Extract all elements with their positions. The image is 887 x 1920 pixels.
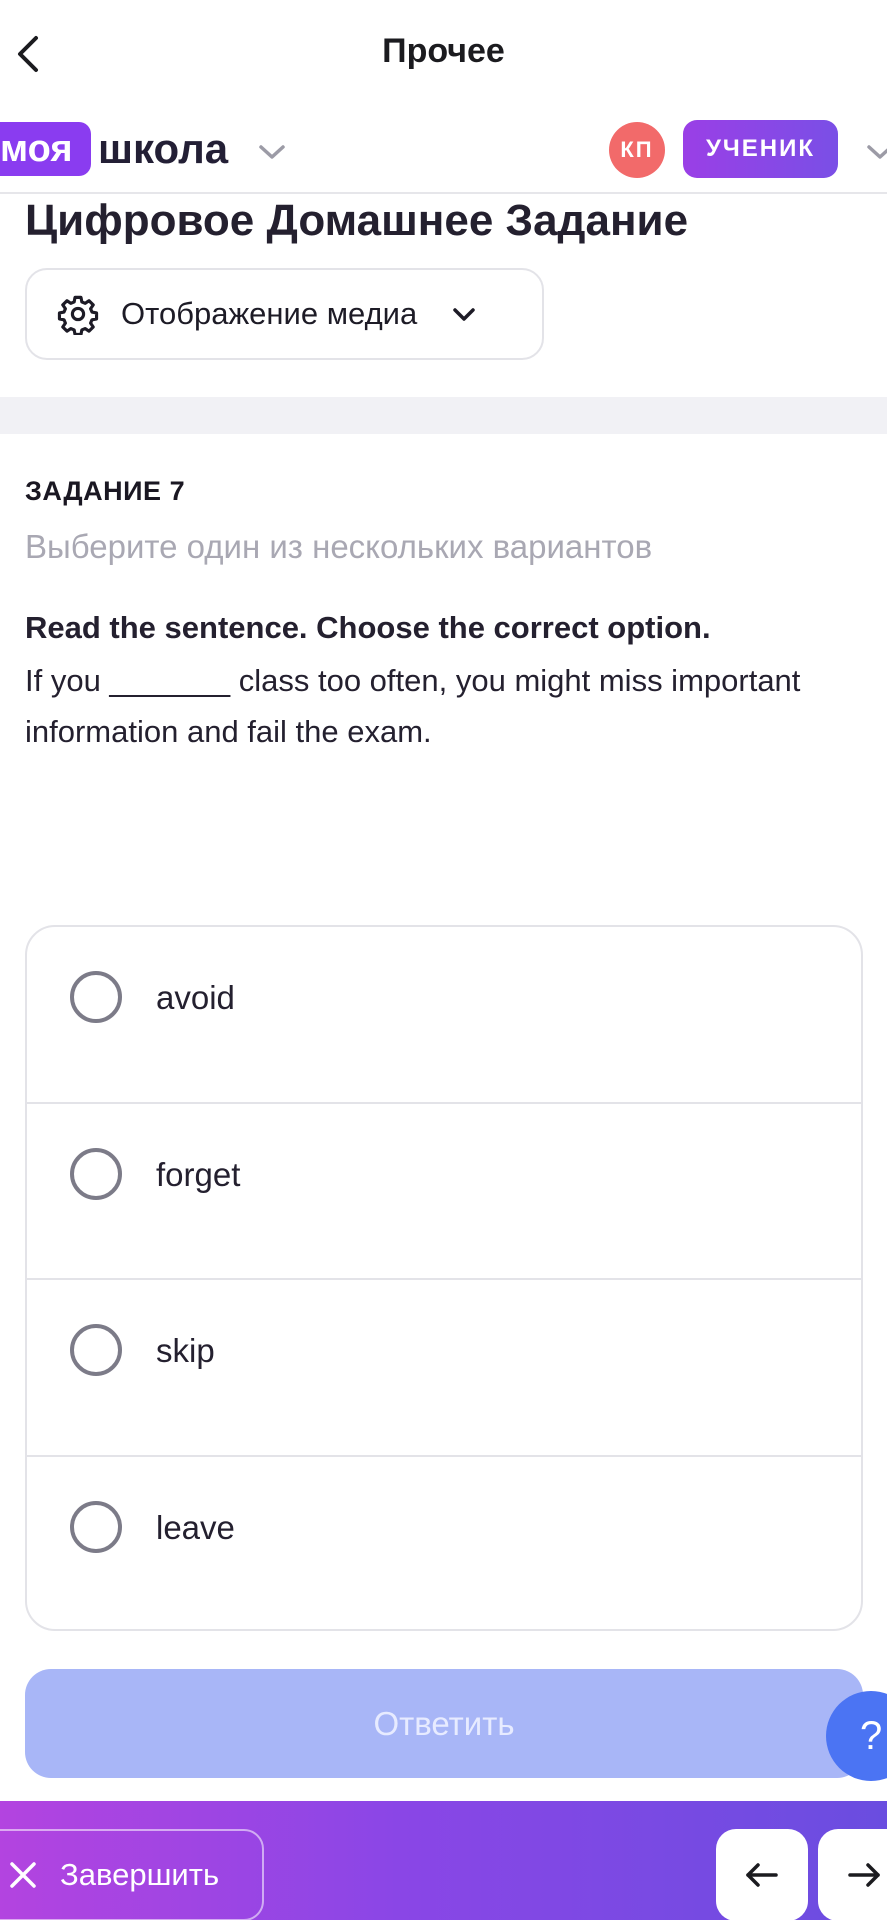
gear-icon (57, 295, 99, 335)
bottom-bar: Завершить (0, 1801, 887, 1920)
logo-highlight[interactable]: моя (0, 122, 91, 176)
submit-answer-button[interactable]: Ответить (25, 1669, 863, 1778)
option-avoid[interactable]: avoid (27, 927, 861, 1104)
task-hint: Выберите один из нескольких вариантов (25, 528, 653, 565)
previous-task-button[interactable] (716, 1829, 808, 1920)
answer-options: avoid forget skip leave (25, 925, 863, 1631)
radio-button[interactable] (70, 1324, 122, 1376)
option-leave[interactable]: leave (27, 1457, 861, 1630)
media-dropdown-label: Отображение медиа (121, 296, 418, 331)
task-sentence: If you _______ class too often, you migh… (25, 663, 801, 749)
option-skip[interactable]: skip (27, 1280, 861, 1457)
radio-button[interactable] (70, 971, 122, 1023)
avatar[interactable]: КП (609, 122, 665, 178)
chevron-down-icon (453, 308, 475, 321)
media-display-dropdown[interactable]: Отображение медиа (25, 268, 544, 360)
task-number: ЗАДАНИЕ 7 (25, 476, 186, 506)
brand-bar: моя школа КП УЧЕНИК (0, 108, 887, 194)
option-label: forget (156, 1155, 241, 1193)
option-label: skip (156, 1332, 215, 1369)
arrow-right-icon (848, 1863, 880, 1887)
top-bar: Прочее (0, 0, 887, 108)
radio-button[interactable] (70, 1500, 122, 1553)
arrow-left-icon (746, 1863, 778, 1887)
task-instruction: Read the sentence. Choose the correct op… (25, 610, 711, 645)
role-badge[interactable]: УЧЕНИК (683, 120, 838, 178)
page-header-title: Прочее (382, 32, 505, 70)
logo-word[interactable]: школа (98, 122, 228, 176)
next-task-button[interactable] (818, 1829, 887, 1920)
role-chevron-down-icon[interactable] (864, 136, 887, 168)
finish-button[interactable]: Завершить (0, 1829, 264, 1920)
option-label: avoid (156, 979, 235, 1016)
option-label: leave (156, 1508, 235, 1546)
finish-label: Завершить (60, 1857, 220, 1892)
chevron-down-icon[interactable] (256, 136, 288, 168)
section-divider (0, 397, 887, 434)
radio-button[interactable] (70, 1147, 122, 1200)
close-icon (10, 1862, 36, 1888)
page-title: Цифровое Домашнее Задание (25, 196, 689, 245)
option-forget[interactable]: forget (27, 1104, 861, 1280)
